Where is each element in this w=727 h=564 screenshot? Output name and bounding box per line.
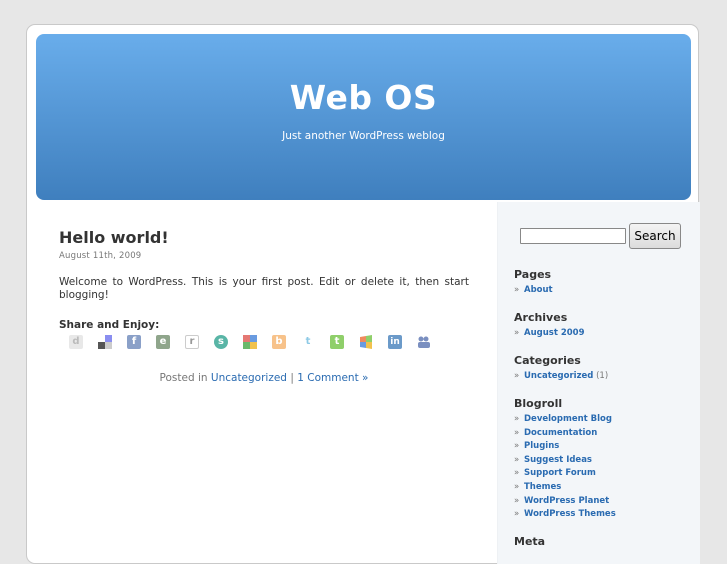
archives-section: Archives August 2009 <box>514 311 585 341</box>
comments-link[interactable]: 1 Comment » <box>297 372 368 384</box>
blogroll-link[interactable]: Themes <box>524 482 561 492</box>
blogroll-link[interactable]: Documentation <box>524 428 597 438</box>
blogroll-section: Blogroll Development Blog Documentation … <box>514 397 616 522</box>
evernote-icon[interactable]: e <box>156 335 170 349</box>
search-button[interactable]: Search <box>629 223 681 249</box>
stumbleupon-icon[interactable]: s <box>214 335 228 349</box>
technorati-icon[interactable]: t <box>330 335 344 349</box>
list-item: Suggest Ideas <box>514 454 616 468</box>
share-icons-row: d f e r s b t t in <box>59 333 469 353</box>
blogger-icon[interactable]: b <box>272 335 286 349</box>
share-title: Share and Enjoy: <box>59 319 160 331</box>
sidebar: Search Pages About Archives August 2009 … <box>497 202 700 564</box>
meta-separator: | <box>290 372 294 384</box>
delicious-icon[interactable] <box>98 335 112 349</box>
myspace-icon[interactable] <box>417 335 431 349</box>
list-item: Themes <box>514 481 616 495</box>
blogroll-link[interactable]: Development Blog <box>524 414 612 424</box>
blogroll-link[interactable]: Plugins <box>524 441 559 451</box>
google-icon[interactable] <box>243 335 257 349</box>
list-item: Support Forum <box>514 467 616 481</box>
post-title[interactable]: Hello world! <box>59 228 469 247</box>
site-header: Web OS Just another WordPress weblog <box>36 34 691 200</box>
list-item: Plugins <box>514 440 616 454</box>
linkedin-icon[interactable]: in <box>388 335 402 349</box>
site-title[interactable]: Web OS <box>36 78 691 117</box>
blogroll-link[interactable]: WordPress Planet <box>524 496 609 506</box>
site-description: Just another WordPress weblog <box>282 130 445 142</box>
categories-section: Categories Uncategorized (1) <box>514 354 608 384</box>
posted-in-label: Posted in <box>159 372 208 384</box>
digg-icon[interactable]: d <box>69 335 83 349</box>
categories-heading: Categories <box>514 354 581 367</box>
category-link-uncategorized[interactable]: Uncategorized <box>524 371 593 381</box>
list-item: Uncategorized (1) <box>514 370 608 384</box>
pages-section: Pages About <box>514 268 553 298</box>
page-link-about[interactable]: About <box>524 285 553 295</box>
list-item: About <box>514 284 553 298</box>
post-meta: Posted in Uncategorized | 1 Comment » <box>59 372 469 384</box>
twitter-icon[interactable]: t <box>301 335 315 349</box>
pages-heading: Pages <box>514 268 552 281</box>
blogroll-link[interactable]: WordPress Themes <box>524 509 616 519</box>
blogroll-link[interactable]: Suggest Ideas <box>524 455 592 465</box>
list-item: WordPress Planet <box>514 495 616 509</box>
category-count: (1) <box>596 371 609 381</box>
main-content: Hello world! August 11th, 2009 Welcome t… <box>59 228 469 384</box>
meta-section: Meta <box>514 535 545 551</box>
facebook-icon[interactable]: f <box>127 335 141 349</box>
reddit-icon[interactable]: r <box>185 335 199 349</box>
category-link[interactable]: Uncategorized <box>211 372 287 384</box>
archives-heading: Archives <box>514 311 568 324</box>
list-item: August 2009 <box>514 327 585 341</box>
windows-live-icon[interactable] <box>359 335 373 349</box>
search-input[interactable] <box>520 228 626 244</box>
page-container: Web OS Just another WordPress weblog Hel… <box>26 24 700 564</box>
blogroll-link[interactable]: Support Forum <box>524 468 596 478</box>
meta-heading: Meta <box>514 535 546 548</box>
archive-link[interactable]: August 2009 <box>524 328 585 338</box>
list-item: Development Blog <box>514 413 616 427</box>
blogroll-heading: Blogroll <box>514 397 563 410</box>
list-item: WordPress Themes <box>514 508 616 522</box>
post-date: August 11th, 2009 <box>59 251 142 261</box>
post-body: Welcome to WordPress. This is your first… <box>59 276 469 301</box>
list-item: Documentation <box>514 427 616 441</box>
